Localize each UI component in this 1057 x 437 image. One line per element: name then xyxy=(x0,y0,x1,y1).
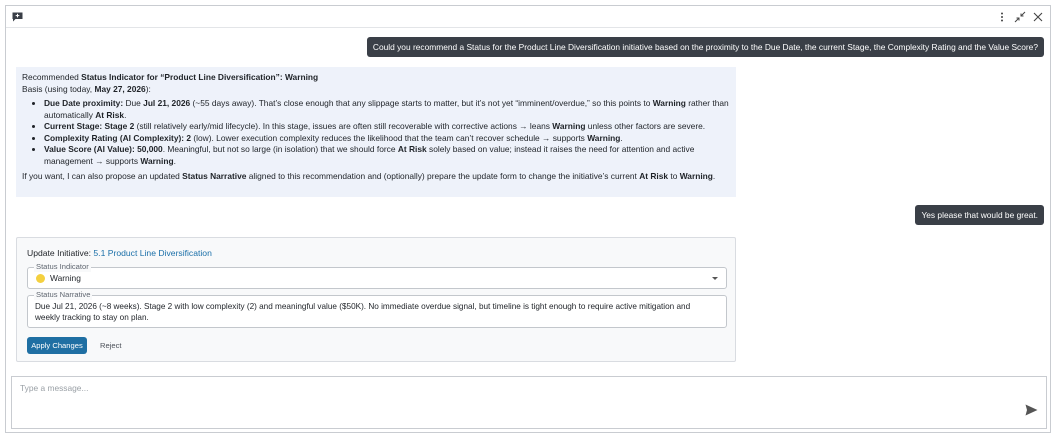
body-text: . xyxy=(173,155,176,166)
basis-line: Basis (using today, May 27, 2026): xyxy=(22,84,730,96)
emphasis-text: Current Stage: Stage 2 xyxy=(44,121,135,131)
chevron-down-icon[interactable] xyxy=(710,273,720,283)
chat-header xyxy=(6,6,1050,28)
emphasis-text: Warning xyxy=(140,155,174,166)
basis-item-due-date: Due Date proximity: Due Jul 21, 2026 (~5… xyxy=(44,98,730,121)
send-icon[interactable] xyxy=(1025,404,1038,416)
body-text: (still relatively early/mid lifecycle). … xyxy=(134,121,553,131)
body-text: to xyxy=(668,171,680,181)
body-text: If you want, I can also propose an updat… xyxy=(22,171,183,181)
recommendation-prefix: Recommended xyxy=(22,72,82,82)
update-initiative-card: Update Initiative: 5.1 Product Line Dive… xyxy=(16,237,736,362)
closing-text: If you want, I can also propose an updat… xyxy=(22,171,730,183)
basis-date: May 27, 2026 xyxy=(94,83,146,94)
status-dot-icon xyxy=(36,274,45,283)
card-title: Update Initiative: 5.1 Product Line Dive… xyxy=(27,248,212,258)
user-message: Could you recommend a Status for the Pro… xyxy=(366,37,1044,57)
basis-list: Due Date proximity: Due Jul 21, 2026 (~5… xyxy=(44,98,730,167)
emphasis-text: Due Date proximity: xyxy=(44,98,126,108)
body-text: unless other factors are severe. xyxy=(585,121,706,131)
emphasis-text: Jul 21, 2026 xyxy=(143,98,191,108)
status-narrative-value[interactable]: Due Jul 21, 2026 (~8 weeks). Stage 2 wit… xyxy=(35,301,716,323)
basis-suffix: ): xyxy=(145,83,151,94)
body-text: (~55 days away). That’s close enough tha… xyxy=(190,98,653,108)
initiative-link[interactable]: 5.1 Product Line Diversification xyxy=(93,248,211,258)
emphasis-text: Complexity Rating (AI Complexity): 2 xyxy=(44,132,192,143)
status-narrative-field[interactable]: Status Narrative Due Jul 21, 2026 (~8 we… xyxy=(27,290,727,328)
apply-changes-button[interactable]: Apply Changes xyxy=(27,337,87,354)
status-indicator-select[interactable]: Status Indicator Warning xyxy=(27,262,727,289)
emphasis-text: At Risk xyxy=(95,109,125,120)
emphasis-text: At Risk xyxy=(639,171,669,181)
emphasis-text: Warning xyxy=(587,132,621,143)
collapse-icon[interactable] xyxy=(1014,11,1026,23)
chat-panel: Could you recommend a Status for the Pro… xyxy=(5,5,1051,433)
body-text: . Meaningful, but not so large (in isola… xyxy=(162,144,398,154)
card-title-prefix: Update Initiative: xyxy=(27,248,94,258)
message-input[interactable]: Type a message... xyxy=(20,383,88,393)
basis-item-stage: Current Stage: Stage 2 (still relatively… xyxy=(44,121,730,133)
emphasis-text: Warning xyxy=(679,171,713,181)
recommendation-line: Recommended Status Indicator for “Produc… xyxy=(22,72,730,84)
emphasis-text: Status Narrative xyxy=(182,171,247,181)
feedback-icon[interactable] xyxy=(12,12,23,22)
body-text: . xyxy=(712,171,716,181)
body-text: aligned to this recommendation and (opti… xyxy=(246,171,640,181)
emphasis-text: Warning xyxy=(552,121,586,131)
body-text: . xyxy=(124,109,127,120)
assistant-message: Recommended Status Indicator for “Produc… xyxy=(16,67,736,197)
basis-item-value: Value Score (AI Value): 50,000. Meaningf… xyxy=(44,144,730,167)
close-icon[interactable] xyxy=(1032,11,1044,23)
emphasis-text: Value Score (AI Value): 50,000 xyxy=(44,144,163,154)
emphasis-text: At Risk xyxy=(397,144,427,154)
user-message: Yes please that would be great. xyxy=(915,205,1044,225)
body-text: Due xyxy=(125,98,144,108)
window-controls xyxy=(996,11,1044,23)
status-indicator-value: Warning xyxy=(50,273,81,283)
more-vertical-icon[interactable] xyxy=(996,11,1008,23)
body-text: (low). Lower execution complexity reduce… xyxy=(191,132,588,143)
message-composer[interactable]: Type a message... xyxy=(11,376,1047,429)
body-text: . xyxy=(620,132,623,143)
recommendation-text: Status Indicator for “Product Line Diver… xyxy=(81,72,319,82)
emphasis-text: Warning xyxy=(652,98,686,108)
reject-button[interactable]: Reject xyxy=(100,337,122,354)
basis-prefix: Basis (using today, xyxy=(22,83,95,94)
status-narrative-label: Status Narrative xyxy=(34,290,93,300)
status-indicator-label: Status Indicator xyxy=(34,262,91,272)
basis-item-complexity: Complexity Rating (AI Complexity): 2 (lo… xyxy=(44,133,730,145)
